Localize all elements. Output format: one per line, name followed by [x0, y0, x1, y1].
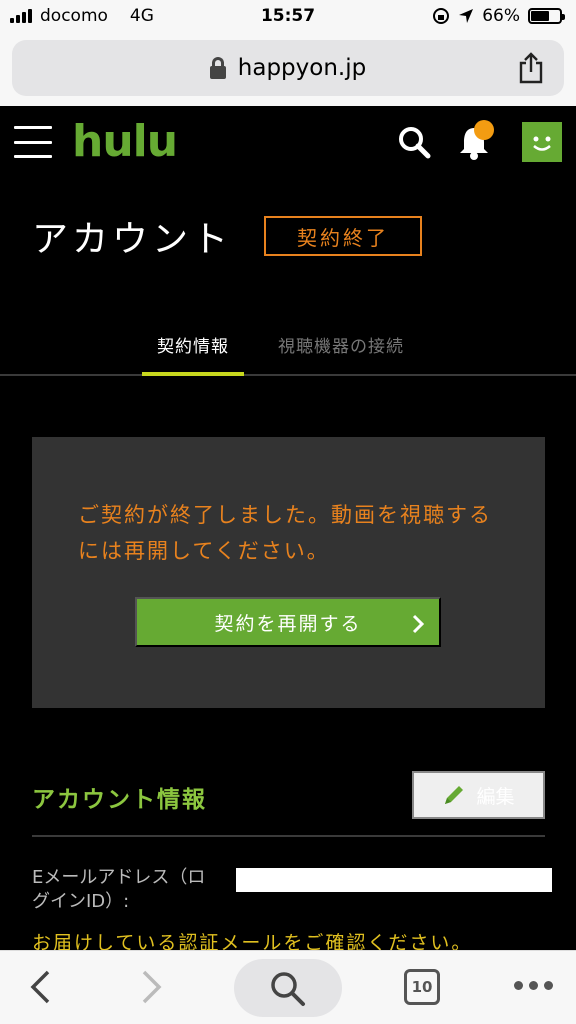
app-header: hulu — [0, 106, 576, 178]
avatar-icon[interactable] — [522, 122, 562, 162]
account-tabs: 契約情報 視聴機器の接続 — [0, 318, 576, 376]
back-icon[interactable] — [28, 969, 52, 1005]
menu-icon[interactable] — [14, 126, 52, 158]
browser-toolbar: 10 — [0, 950, 576, 1024]
url-bar[interactable]: happyon.jp — [12, 40, 564, 96]
edit-button[interactable]: 編集 — [412, 771, 545, 819]
battery-percent: 66% — [482, 6, 520, 26]
battery-icon — [528, 8, 565, 24]
edit-label: 編集 — [476, 786, 515, 808]
hulu-logo[interactable]: hulu — [72, 116, 178, 167]
forward-icon[interactable] — [140, 969, 164, 1005]
page-title: アカウント — [32, 219, 233, 260]
chevron-right-icon — [412, 614, 425, 634]
status-bar: docomo 4G 15:57 66% — [0, 0, 576, 34]
email-value-redacted — [236, 868, 552, 892]
search-icon — [271, 972, 305, 1006]
more-icon[interactable] — [514, 981, 553, 990]
resume-contract-label: 契約を再開する — [214, 613, 362, 635]
toolbar-search-button[interactable] — [234, 959, 342, 1017]
share-icon[interactable] — [516, 52, 546, 84]
notification-badge — [474, 120, 494, 140]
tab-device-connection[interactable]: 視聴機器の接続 — [278, 332, 404, 357]
location-icon — [459, 9, 474, 23]
resume-contract-button[interactable]: 契約を再開する — [135, 597, 441, 647]
pencil-icon — [445, 786, 464, 804]
tabs-icon[interactable]: 10 — [404, 969, 440, 1005]
tab-contract-info[interactable]: 契約情報 — [142, 332, 244, 376]
email-label: Eメールアドレス（ログインID）: — [32, 867, 206, 912]
lock-icon — [209, 57, 226, 79]
url-domain: happyon.jp — [237, 55, 367, 81]
end-contract-button[interactable]: 契約終了 — [264, 216, 422, 256]
account-info-title: アカウント情報 — [32, 787, 207, 813]
notice-message: ご契約が終了しました。動画を視聴するには再開してください。 — [78, 503, 492, 563]
divider — [32, 835, 545, 837]
search-icon[interactable] — [396, 124, 432, 160]
orientation-lock-icon — [433, 8, 450, 24]
browser-chrome: docomo 4G 15:57 66% happyon.jp — [0, 0, 576, 106]
contract-ended-notice: ご契約が終了しました。動画を視聴するには再開してください。 契約を再開する — [32, 437, 545, 708]
